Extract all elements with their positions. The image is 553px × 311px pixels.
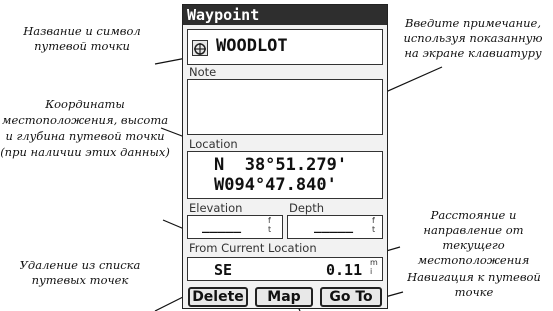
location-field[interactable]: N 38°51.279' W094°47.840' — [187, 151, 383, 199]
longitude-value: W094°47.840' — [214, 175, 337, 195]
callout-navigate: Навигация к путевой точке — [407, 270, 541, 299]
depth-unit: f t — [372, 216, 376, 234]
callout-coordinates: Координаты местоположения, высота и глуб… — [0, 97, 170, 159]
depth-label: Depth — [289, 201, 325, 215]
note-field[interactable] — [187, 79, 383, 135]
map-button[interactable]: Map — [255, 287, 313, 307]
location-label: Location — [189, 137, 238, 151]
note-label: Note — [189, 65, 217, 79]
bearing-distance-field: SE 0.11 m i — [187, 257, 383, 281]
waypoint-name: WOODLOT — [216, 36, 288, 56]
elevation-label: Elevation — [189, 201, 243, 215]
depth-field[interactable]: _____ f t — [287, 215, 383, 239]
waypoint-name-field[interactable]: WOODLOT — [187, 29, 383, 65]
callout-name-symbol: Название и символ путевой точки — [23, 24, 141, 53]
goto-button[interactable]: Go To — [320, 287, 382, 307]
depth-value: _____ — [314, 219, 354, 234]
callout-distance: Расстояние и направление от текущего мес… — [417, 208, 530, 267]
distance-unit: m i — [370, 258, 378, 276]
delete-button[interactable]: Delete — [188, 287, 248, 307]
waypoint-screen: Waypoint WOODLOT Note Location N 38°51.2… — [182, 4, 388, 309]
callout-note: Введите примечание, используя показанную… — [403, 16, 543, 60]
bearing-value: SE — [214, 261, 233, 279]
waypoint-symbol-icon[interactable] — [192, 40, 208, 56]
elevation-field[interactable]: _____ f t — [187, 215, 283, 239]
screen-title: Waypoint — [183, 5, 387, 25]
callout-delete: Удаление из списка путевых точек — [19, 258, 141, 287]
elevation-unit: f t — [268, 216, 272, 234]
latitude-value: N 38°51.279' — [214, 155, 348, 175]
distance-value: 0.11 — [326, 261, 363, 279]
from-location-label: From Current Location — [189, 241, 317, 255]
elevation-value: _____ — [202, 219, 242, 234]
